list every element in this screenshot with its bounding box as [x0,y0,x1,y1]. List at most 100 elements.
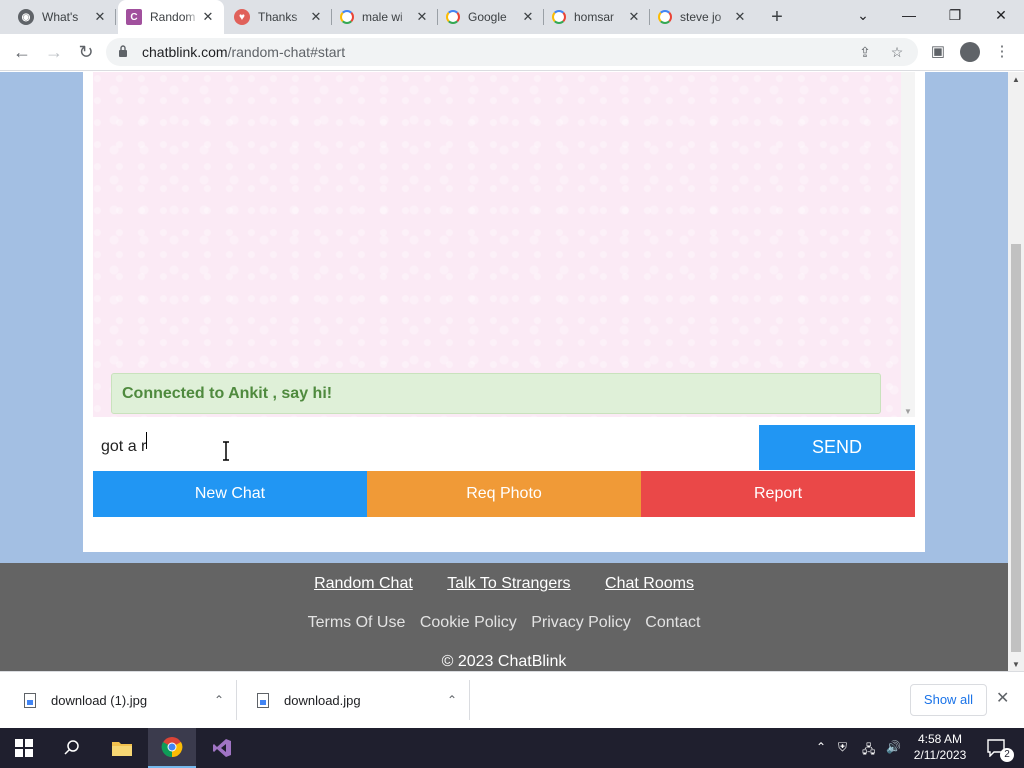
google-favicon-icon [552,10,566,24]
lock-icon [119,45,127,57]
windows-logo-icon [15,739,33,757]
chat-card: Connected to Ankit , say hi! ▼ SEND New … [83,72,925,552]
download-item[interactable]: download (1).jpg ⌃ [24,678,224,722]
close-shelf-icon[interactable]: ✕ [996,688,1009,708]
chrome-favicon-icon: ◉ [18,9,34,25]
url-path: /random-chat#start [227,44,346,60]
system-clock[interactable]: 4:58 AM 2/11/2023 [912,731,968,763]
volume-icon[interactable]: 🔊 [886,740,901,754]
close-tab-icon[interactable]: ✕ [200,9,216,25]
report-button[interactable]: Report [641,471,915,517]
browser-tab-strip: ◉ What's ✕ C Random ✕ ♥ Thanks ✕ male wi… [0,0,1024,34]
google-favicon-icon [658,10,672,24]
network-icon[interactable]: 🖧 [862,740,875,761]
tab-title: What's [42,10,79,24]
chevron-up-icon[interactable]: ⌃ [447,693,457,707]
footer-link-privacy-policy[interactable]: Privacy Policy [531,614,631,631]
chatblink-favicon-icon: C [126,9,142,25]
show-all-downloads-button[interactable]: Show all [910,684,987,716]
back-arrow-icon[interactable]: ← [10,40,34,64]
download-filename: download (1).jpg [51,692,148,708]
side-panel-icon[interactable]: ▣ [928,42,948,62]
close-tab-icon[interactable]: ✕ [520,9,536,25]
footer-secondary-links: Terms Of Use Cookie Policy Privacy Polic… [0,614,1008,632]
bookmark-star-icon[interactable]: ☆ [888,43,906,61]
chat-messages-area: Connected to Ankit , say hi! [93,72,901,417]
footer-link-chat-rooms[interactable]: Chat Rooms [605,575,694,592]
new-tab-button[interactable]: + [766,6,788,28]
req-photo-button[interactable]: Req Photo [367,471,641,517]
visual-studio-button[interactable] [198,728,246,768]
google-favicon-icon [446,10,460,24]
folder-icon [112,742,132,756]
footer-link-cookie-policy[interactable]: Cookie Policy [420,614,517,631]
chat-action-buttons: New Chat Req Photo Report [93,471,915,517]
download-filename: download.jpg [284,692,361,708]
google-favicon-icon [340,10,354,24]
profile-avatar-icon[interactable] [960,42,980,62]
close-tab-icon[interactable]: ✕ [414,9,430,25]
file-explorer-button[interactable] [98,728,146,768]
footer-link-terms[interactable]: Terms Of Use [308,614,406,631]
thanks-favicon-icon: ♥ [234,9,250,25]
browser-toolbar: ← → ↻ chatblink.com/random-chat#start ⇪ … [0,34,1024,71]
tab-title: homsar [574,10,615,24]
tab-thanks[interactable]: ♥ Thanks ✕ [226,0,332,34]
footer-link-contact[interactable]: Contact [645,614,700,631]
tab-search-chevron-icon[interactable]: ⌄ [840,0,886,34]
close-tab-icon[interactable]: ✕ [626,9,642,25]
tab-random-chat[interactable]: C Random ✕ [118,0,224,34]
mouse-ibeam-cursor-icon [223,441,229,461]
scroll-down-arrow-icon[interactable]: ▼ [1012,660,1020,669]
new-chat-button[interactable]: New Chat [93,471,367,517]
text-caret [146,432,147,449]
footer-link-talk-to-strangers[interactable]: Talk To Strangers [447,575,570,592]
tab-steve[interactable]: steve jo ✕ [650,0,756,34]
close-tab-icon[interactable]: ✕ [308,9,324,25]
clock-date: 2/11/2023 [913,748,967,762]
copyright-text: © 2023 ChatBlink [441,653,567,670]
image-file-icon [24,692,36,708]
visual-studio-icon [213,739,231,757]
chat-scrollbar[interactable]: ▼ [901,72,915,417]
connection-status-banner: Connected to Ankit , say hi! [111,373,881,414]
footer-link-random-chat[interactable]: Random Chat [314,575,413,592]
scroll-up-arrow-icon[interactable]: ▲ [1012,75,1020,84]
menu-kebab-icon[interactable]: ⋮ [992,42,1012,62]
tab-homsar[interactable]: homsar ✕ [544,0,650,34]
tab-male[interactable]: male wi ✕ [332,0,438,34]
send-button[interactable]: SEND [759,425,915,470]
tab-google[interactable]: Google ✕ [438,0,544,34]
site-footer: Random Chat Talk To Strangers Chat Rooms… [0,563,1008,671]
notification-center-button[interactable]: 2 [972,728,1020,768]
notification-badge: 2 [1000,748,1014,762]
address-bar[interactable]: chatblink.com/random-chat#start ⇪ ☆ [106,38,918,66]
reload-icon[interactable]: ↻ [74,40,98,64]
tab-whats[interactable]: ◉ What's ✕ [10,0,116,34]
chrome-taskbar-button[interactable] [148,728,196,768]
share-icon[interactable]: ⇪ [856,43,874,61]
close-tab-icon[interactable]: ✕ [732,9,748,25]
tab-title: steve jo [680,10,722,24]
security-tray-icon[interactable]: ⛨ [838,740,847,755]
tab-title: Thanks [258,10,298,24]
scroll-down-arrow-icon[interactable]: ▼ [904,407,912,416]
close-window-button[interactable]: ✕ [978,0,1024,34]
tab-title: Google [468,10,507,24]
chevron-up-icon[interactable]: ⌃ [214,693,224,707]
page-viewport: Connected to Ankit , say hi! ▼ SEND New … [0,72,1008,671]
start-button[interactable] [0,728,48,768]
image-file-icon [257,692,269,708]
page-scrollbar[interactable]: ▲ ▼ [1008,72,1024,671]
restore-button[interactable]: ❐ [932,0,978,34]
close-tab-icon[interactable]: ✕ [92,9,108,25]
message-input[interactable] [93,425,759,469]
url-text: chatblink.com/random-chat#start [142,44,345,60]
minimize-button[interactable]: — [886,0,932,34]
scrollbar-thumb[interactable] [1011,244,1021,652]
chevron-up-tray-icon[interactable]: ⌃ [816,740,826,754]
forward-arrow-icon[interactable]: → [42,40,66,64]
search-button[interactable] [48,728,96,768]
tab-title: Random [150,10,196,24]
download-item[interactable]: download.jpg ⌃ [257,678,457,722]
